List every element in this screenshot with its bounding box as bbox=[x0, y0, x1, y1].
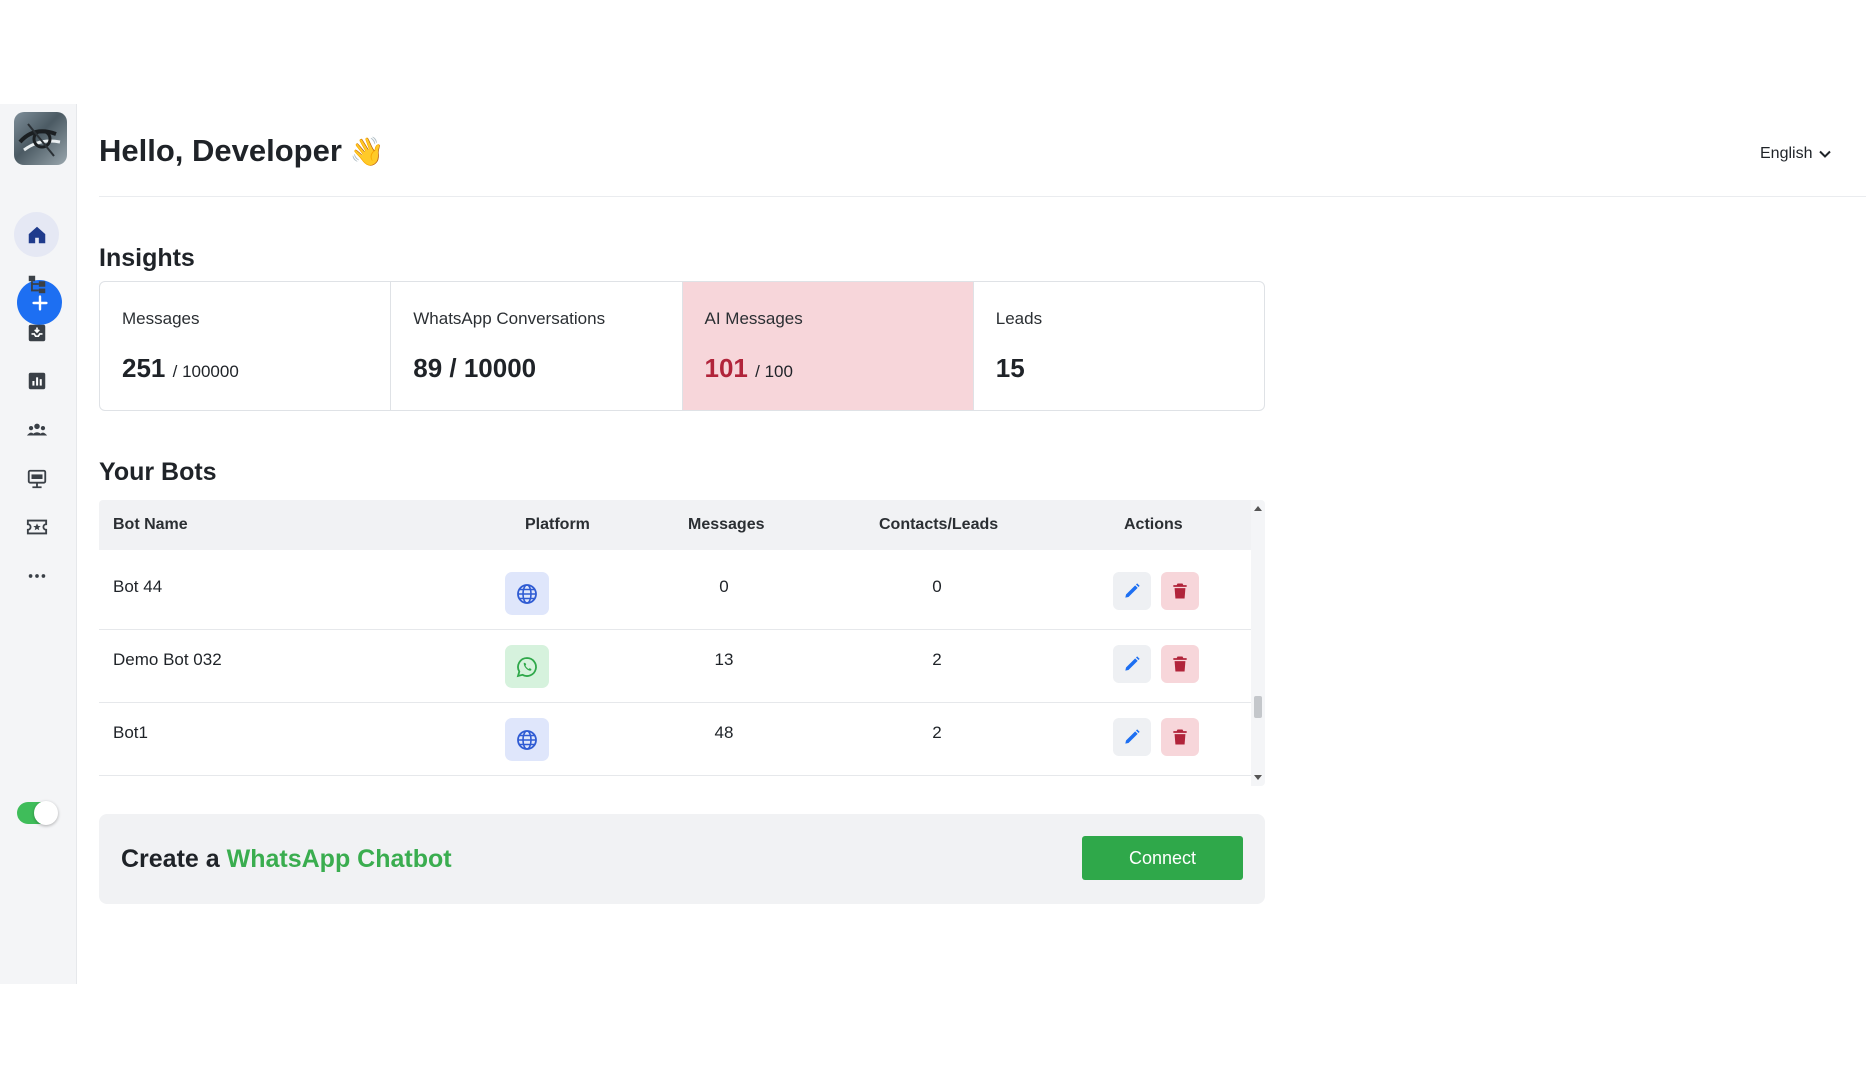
cta-accent: WhatsApp Chatbot bbox=[226, 845, 452, 873]
scroll-down-arrow[interactable] bbox=[1254, 775, 1262, 780]
broadcast-icon bbox=[27, 469, 46, 488]
table-header: Bot Name Platform Messages Contacts/Lead… bbox=[99, 500, 1251, 550]
bot-contacts: 0 bbox=[932, 577, 942, 596]
table-scrollbar[interactable] bbox=[1251, 500, 1265, 786]
bot-name: Bot 44 bbox=[113, 577, 163, 596]
table-row[interactable]: Demo Bot 032 13 2 bbox=[99, 630, 1251, 703]
whatsapp-cta-panel: Create a WhatsApp Chatbot Connect bbox=[99, 814, 1265, 904]
sidebar-item-more[interactable] bbox=[14, 553, 59, 598]
ticket-icon bbox=[26, 519, 47, 534]
sidebar-item-flows[interactable] bbox=[14, 261, 59, 306]
whatsapp-icon bbox=[516, 656, 537, 677]
table-row[interactable]: Bot 44 0 0 bbox=[99, 557, 1251, 630]
pencil-icon bbox=[1125, 656, 1140, 671]
bot-messages: 13 bbox=[714, 650, 734, 669]
header-divider bbox=[99, 196, 1866, 197]
toggle-knob bbox=[34, 801, 58, 825]
platform-web-badge bbox=[505, 572, 549, 615]
insight-label: Messages bbox=[122, 309, 200, 328]
column-header-actions: Actions bbox=[1124, 516, 1183, 533]
trash-icon bbox=[1173, 656, 1187, 672]
insight-card-messages: Messages 251 / 100000 bbox=[100, 282, 392, 410]
home-icon bbox=[28, 226, 45, 243]
insight-value: 15 bbox=[996, 353, 1242, 384]
insight-number: 101 bbox=[704, 353, 748, 383]
insight-value: 89 / 10000 bbox=[413, 353, 659, 384]
bot-name: Bot1 bbox=[113, 723, 148, 742]
sidebar-item-contacts[interactable] bbox=[14, 407, 59, 452]
edit-button[interactable] bbox=[1113, 718, 1151, 756]
connect-button[interactable]: Connect bbox=[1082, 836, 1243, 880]
edit-button[interactable] bbox=[1113, 572, 1151, 610]
bots-title: Your Bots bbox=[99, 458, 217, 486]
sidebar-item-inbox[interactable] bbox=[14, 310, 59, 355]
delete-button[interactable] bbox=[1161, 718, 1199, 756]
wave-emoji: 👋 bbox=[349, 136, 385, 167]
column-header-bot-name: Bot Name bbox=[113, 516, 188, 533]
table-row[interactable]: Bot1 48 2 bbox=[99, 703, 1251, 776]
scroll-up-arrow[interactable] bbox=[1254, 506, 1262, 511]
bots-table: Bot Name Platform Messages Contacts/Lead… bbox=[99, 500, 1265, 786]
globe-icon bbox=[517, 583, 537, 604]
column-header-contacts: Contacts/Leads bbox=[879, 516, 999, 533]
sidebar bbox=[0, 104, 77, 984]
column-header-messages: Messages bbox=[688, 516, 765, 533]
language-label: English bbox=[1760, 145, 1813, 162]
insight-total: / 100 bbox=[755, 362, 793, 381]
insight-value: 101 / 100 bbox=[705, 353, 951, 384]
edit-button[interactable] bbox=[1113, 645, 1151, 683]
brand-logo[interactable] bbox=[14, 112, 67, 165]
bot-name: Demo Bot 032 bbox=[113, 650, 222, 669]
insight-value: 251 / 100000 bbox=[122, 353, 368, 384]
insight-label: Leads bbox=[995, 309, 1043, 328]
insight-number: 89 / 10000 bbox=[413, 353, 537, 383]
sidebar-item-analytics[interactable] bbox=[14, 358, 59, 403]
insight-label: AI Messages bbox=[704, 309, 803, 328]
insight-number: 251 bbox=[122, 353, 166, 383]
language-selector[interactable]: English bbox=[1760, 145, 1832, 163]
sidebar-item-broadcast[interactable] bbox=[14, 456, 59, 501]
flow-icon bbox=[28, 275, 45, 293]
greeting-text: Hello, Developer bbox=[99, 133, 342, 168]
theme-toggle[interactable] bbox=[17, 801, 58, 825]
analytics-icon bbox=[28, 372, 45, 389]
trash-icon bbox=[1173, 729, 1187, 745]
sidebar-item-home[interactable] bbox=[14, 212, 59, 257]
cta-prefix: Create a bbox=[121, 845, 220, 873]
insight-card-whatsapp-conversations: WhatsApp Conversations 89 / 10000 bbox=[391, 282, 683, 410]
pencil-icon bbox=[1125, 729, 1140, 744]
cta-heading: Create a WhatsApp Chatbot bbox=[121, 845, 452, 874]
inbox-icon bbox=[28, 324, 45, 341]
platform-web-badge bbox=[505, 718, 549, 761]
pencil-icon bbox=[1125, 583, 1140, 598]
bot-messages: 48 bbox=[714, 723, 734, 742]
scrollbar-thumb[interactable] bbox=[1254, 696, 1262, 718]
insights-panel: Messages 251 / 100000 WhatsApp Conversat… bbox=[99, 281, 1265, 411]
contacts-icon bbox=[26, 423, 47, 435]
page-title: Hello, Developer 👋 bbox=[99, 133, 385, 169]
trash-icon bbox=[1173, 583, 1187, 599]
sidebar-item-tickets[interactable] bbox=[14, 504, 59, 549]
bot-contacts: 2 bbox=[932, 723, 942, 742]
insights-title: Insights bbox=[99, 244, 195, 272]
insight-card-leads: Leads 15 bbox=[974, 282, 1264, 410]
insight-number: 15 bbox=[995, 353, 1025, 383]
platform-whatsapp-badge bbox=[505, 645, 549, 688]
chevron-down-icon bbox=[1819, 150, 1832, 158]
insight-total: / 100000 bbox=[172, 362, 239, 381]
bot-contacts: 2 bbox=[932, 650, 942, 669]
insight-card-ai-messages: AI Messages 101 / 100 bbox=[682, 282, 974, 410]
insight-label: WhatsApp Conversations bbox=[413, 309, 606, 328]
delete-button[interactable] bbox=[1161, 572, 1199, 610]
more-icon bbox=[28, 573, 45, 578]
delete-button[interactable] bbox=[1161, 645, 1199, 683]
bot-messages: 0 bbox=[719, 577, 729, 596]
globe-icon bbox=[517, 729, 537, 750]
column-header-platform: Platform bbox=[525, 516, 590, 533]
